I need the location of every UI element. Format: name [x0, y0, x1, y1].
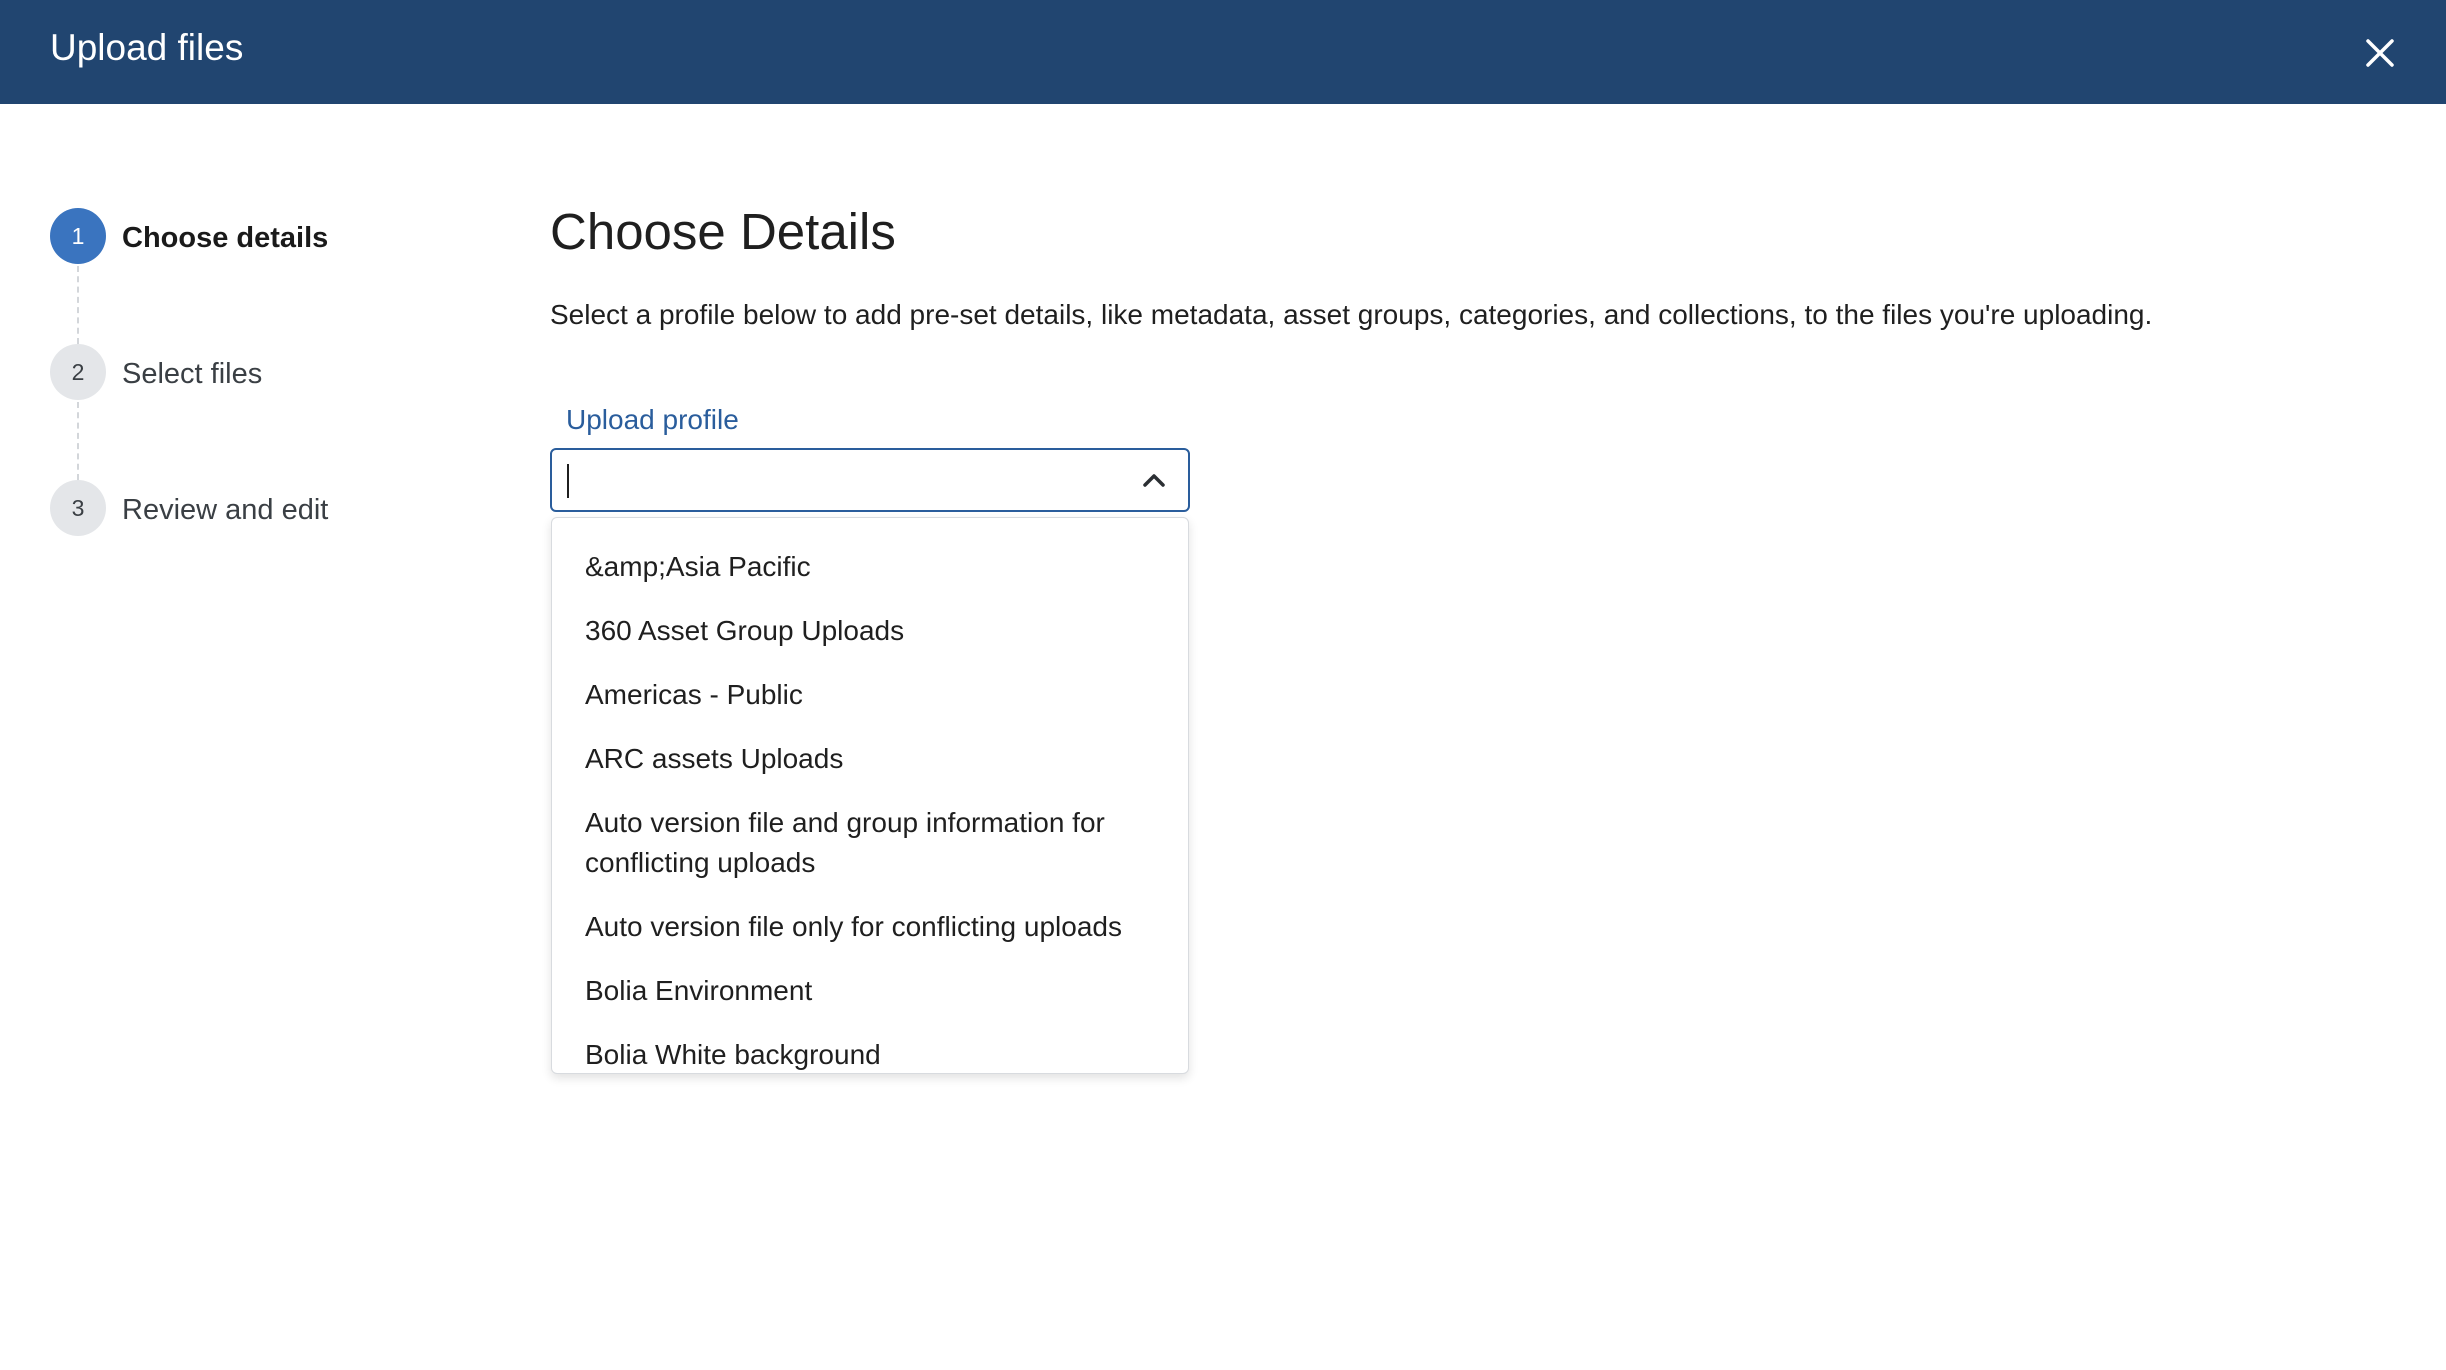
text-cursor	[567, 464, 569, 498]
step-select-files[interactable]: 2 Select files	[50, 344, 370, 400]
option-bolia-white-background[interactable]: Bolia White background	[552, 1035, 1188, 1073]
step-label: Review and edit	[122, 494, 329, 526]
option-auto-version-file-only[interactable]: Auto version file only for conflicting u…	[552, 907, 1188, 947]
page-description: Select a profile below to add pre-set de…	[550, 299, 2153, 330]
step-connector	[77, 402, 79, 480]
close-icon	[2366, 39, 2394, 67]
upload-profile-label: Upload profile	[566, 404, 739, 435]
option-americas-public[interactable]: Americas - Public	[552, 675, 1188, 715]
step-label: Select files	[122, 358, 263, 390]
option-360-asset-group-uploads[interactable]: 360 Asset Group Uploads	[552, 611, 1188, 651]
option-asia-pacific[interactable]: &amp;Asia Pacific	[552, 547, 1188, 587]
modal-header: Upload files	[0, 0, 2446, 104]
option-auto-version-file-and-group[interactable]: Auto version file and group information …	[552, 803, 1188, 883]
dropdown-toggle-button[interactable]	[1132, 460, 1176, 500]
step-label: Choose details	[122, 222, 329, 254]
option-bolia-environment[interactable]: Bolia Environment	[552, 971, 1188, 1011]
chevron-up-icon	[1143, 474, 1165, 487]
upload-profile-input[interactable]	[564, 460, 1104, 500]
page-title: Choose Details	[550, 203, 896, 260]
upload-profile-combobox[interactable]	[550, 448, 1190, 512]
step-number: 3	[50, 480, 106, 536]
close-button[interactable]	[2334, 22, 2426, 82]
step-number: 2	[50, 344, 106, 400]
modal-title: Upload files	[50, 27, 244, 68]
upload-profile-options-list[interactable]: &amp;Asia Pacific 360 Asset Group Upload…	[551, 517, 1189, 1074]
option-arc-assets-uploads[interactable]: ARC assets Uploads	[552, 739, 1188, 779]
step-choose-details[interactable]: 1 Choose details	[50, 208, 370, 264]
step-number: 1	[50, 208, 106, 264]
step-connector	[77, 266, 79, 344]
step-review-and-edit[interactable]: 3 Review and edit	[50, 480, 370, 536]
